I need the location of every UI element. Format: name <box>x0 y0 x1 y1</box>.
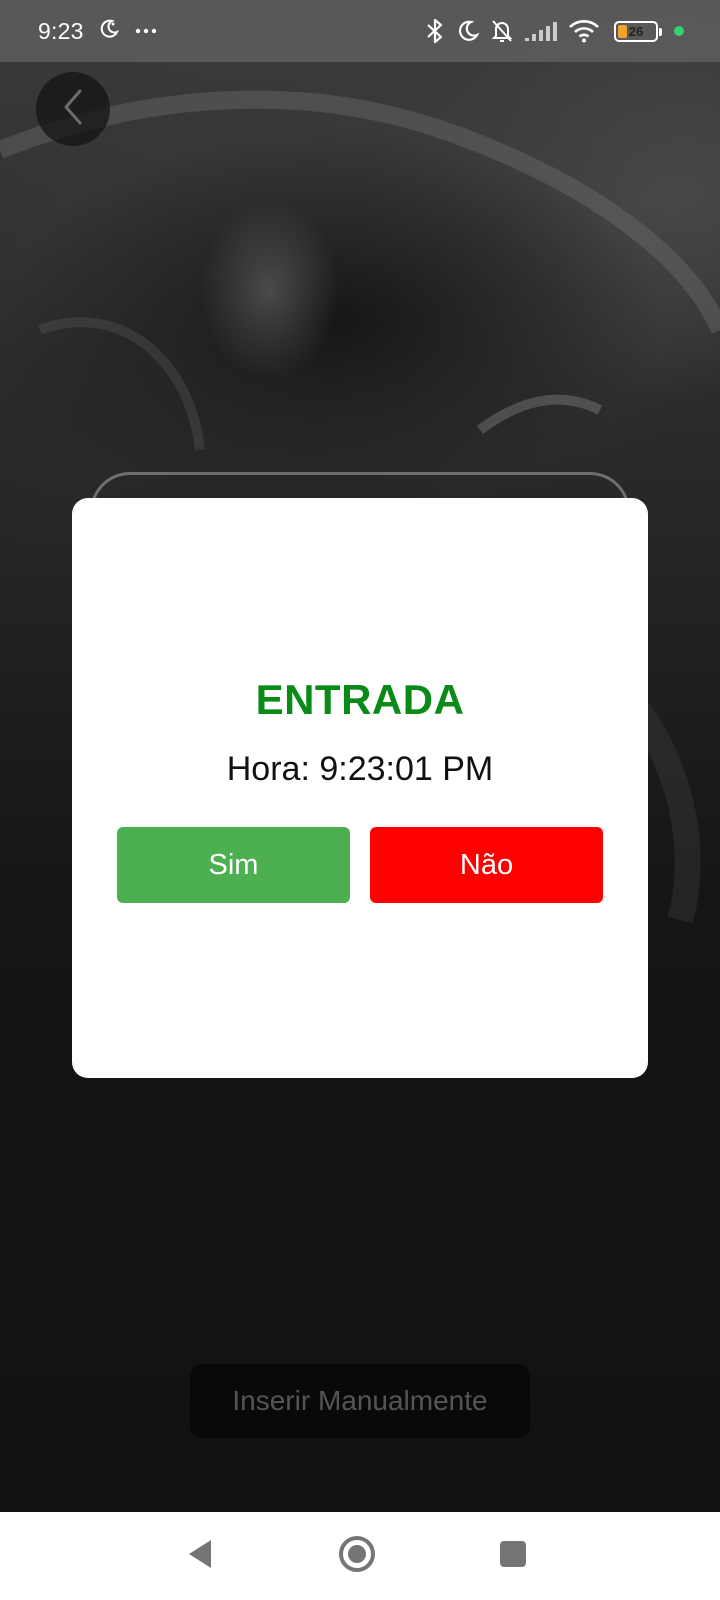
nav-back-button[interactable] <box>160 1512 240 1600</box>
moon-cloud-icon <box>98 18 120 45</box>
back-triangle-icon <box>185 1538 215 1575</box>
home-circle-icon <box>337 1534 377 1579</box>
status-bar: 9:23 26 <box>0 0 720 62</box>
more-dots-icon <box>134 22 158 40</box>
bell-off-icon <box>490 18 514 44</box>
confirm-dialog: ENTRADA Hora: 9:23:01 PM Sim Não <box>72 498 648 1078</box>
yes-button[interactable]: Sim <box>117 827 350 903</box>
nav-home-button[interactable] <box>317 1512 397 1600</box>
battery-icon: 26 <box>614 20 662 42</box>
navigation-bar <box>0 1512 720 1600</box>
bluetooth-icon <box>424 18 446 44</box>
do-not-disturb-moon-icon <box>456 19 480 43</box>
battery-fill <box>618 24 627 38</box>
screen: 9:23 26 ENTRADA Hora: 9:23:01 PM Sim Não… <box>0 0 720 1600</box>
dialog-title: ENTRADA <box>255 676 465 723</box>
no-button[interactable]: Não <box>370 827 603 903</box>
status-time: 9:23 <box>38 17 84 44</box>
chevron-left-icon <box>58 87 88 132</box>
camera-in-use-dot <box>674 26 684 36</box>
wifi-icon <box>568 19 600 43</box>
dialog-time-text: Hora: 9:23:01 PM <box>226 750 494 788</box>
back-button[interactable] <box>36 72 110 146</box>
recents-square-icon <box>499 1540 527 1573</box>
manual-insert-button[interactable]: Inserir Manualmente <box>190 1364 530 1438</box>
dialog-buttons: Sim Não <box>117 827 603 903</box>
nav-recents-button[interactable] <box>473 1512 553 1600</box>
battery-level: 26 <box>628 23 644 39</box>
signal-icon <box>524 20 558 42</box>
